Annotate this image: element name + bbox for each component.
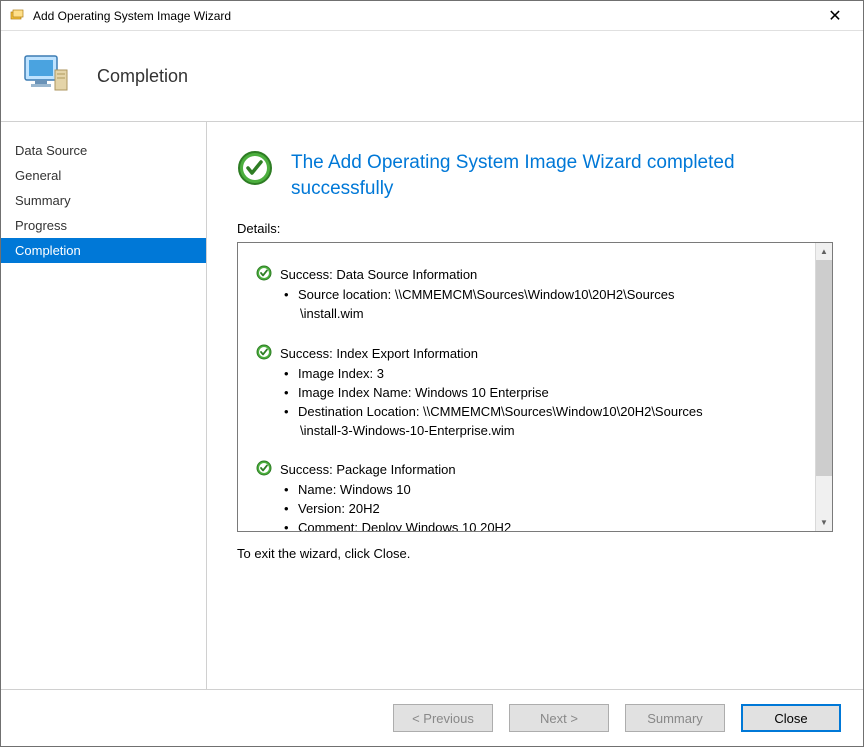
success-icon	[256, 265, 272, 284]
wizard-window: Add Operating System Image Wizard ✕ Comp…	[0, 0, 864, 747]
close-icon[interactable]: ✕	[815, 6, 855, 26]
success-check-icon	[237, 150, 273, 189]
sidebar-item-progress[interactable]: Progress	[1, 213, 206, 238]
section-title: Success: Package Information	[280, 462, 456, 477]
banner-step-title: Completion	[97, 66, 188, 87]
body: Data Source General Summary Progress Com…	[1, 121, 863, 689]
sidebar-item-completion[interactable]: Completion	[1, 238, 206, 263]
close-button[interactable]: Close	[741, 704, 841, 732]
details-content: Success: Data Source Information Source …	[238, 243, 815, 531]
scrollbar[interactable]: ▲ ▼	[815, 243, 832, 531]
success-icon	[256, 344, 272, 363]
titlebar: Add Operating System Image Wizard ✕	[1, 1, 863, 31]
footer: < Previous Next > Summary Close	[1, 689, 863, 746]
details-box: Success: Data Source Information Source …	[237, 242, 833, 532]
detail-item: Source location: \\CMMEMCM\Sources\Windo…	[296, 286, 807, 324]
content-panel: The Add Operating System Image Wizard co…	[207, 122, 863, 689]
detail-item: Image Index: 3	[296, 365, 807, 384]
section-index-export: Success: Index Export Information Image …	[256, 344, 807, 440]
detail-item: Comment: Deploy Windows 10 20H2	[296, 519, 807, 531]
detail-item: Image Index Name: Windows 10 Enterprise	[296, 384, 807, 403]
sidebar-item-general[interactable]: General	[1, 163, 206, 188]
details-label: Details:	[237, 221, 833, 236]
scroll-down-icon[interactable]: ▼	[816, 514, 832, 531]
exit-note: To exit the wizard, click Close.	[237, 546, 833, 561]
headline: The Add Operating System Image Wizard co…	[237, 150, 833, 201]
detail-item: Destination Location: \\CMMEMCM\Sources\…	[296, 403, 807, 441]
scroll-up-icon[interactable]: ▲	[816, 243, 832, 260]
success-icon	[256, 460, 272, 479]
sidebar-item-summary[interactable]: Summary	[1, 188, 206, 213]
next-button: Next >	[509, 704, 609, 732]
window-title: Add Operating System Image Wizard	[33, 9, 815, 23]
scroll-thumb[interactable]	[816, 260, 832, 476]
sidebar: Data Source General Summary Progress Com…	[1, 122, 206, 689]
section-title: Success: Data Source Information	[280, 267, 477, 282]
section-title: Success: Index Export Information	[280, 346, 478, 361]
detail-item: Name: Windows 10	[296, 481, 807, 500]
scroll-track[interactable]	[816, 260, 832, 514]
detail-item: Version: 20H2	[296, 500, 807, 519]
section-data-source: Success: Data Source Information Source …	[256, 265, 807, 324]
app-icon	[9, 8, 25, 24]
section-package: Success: Package Information Name: Windo…	[256, 460, 807, 531]
sidebar-item-data-source[interactable]: Data Source	[1, 138, 206, 163]
banner: Completion	[1, 31, 863, 121]
summary-button: Summary	[625, 704, 725, 732]
computer-icon	[21, 50, 73, 102]
headline-text: The Add Operating System Image Wizard co…	[291, 150, 833, 201]
previous-button: < Previous	[393, 704, 493, 732]
